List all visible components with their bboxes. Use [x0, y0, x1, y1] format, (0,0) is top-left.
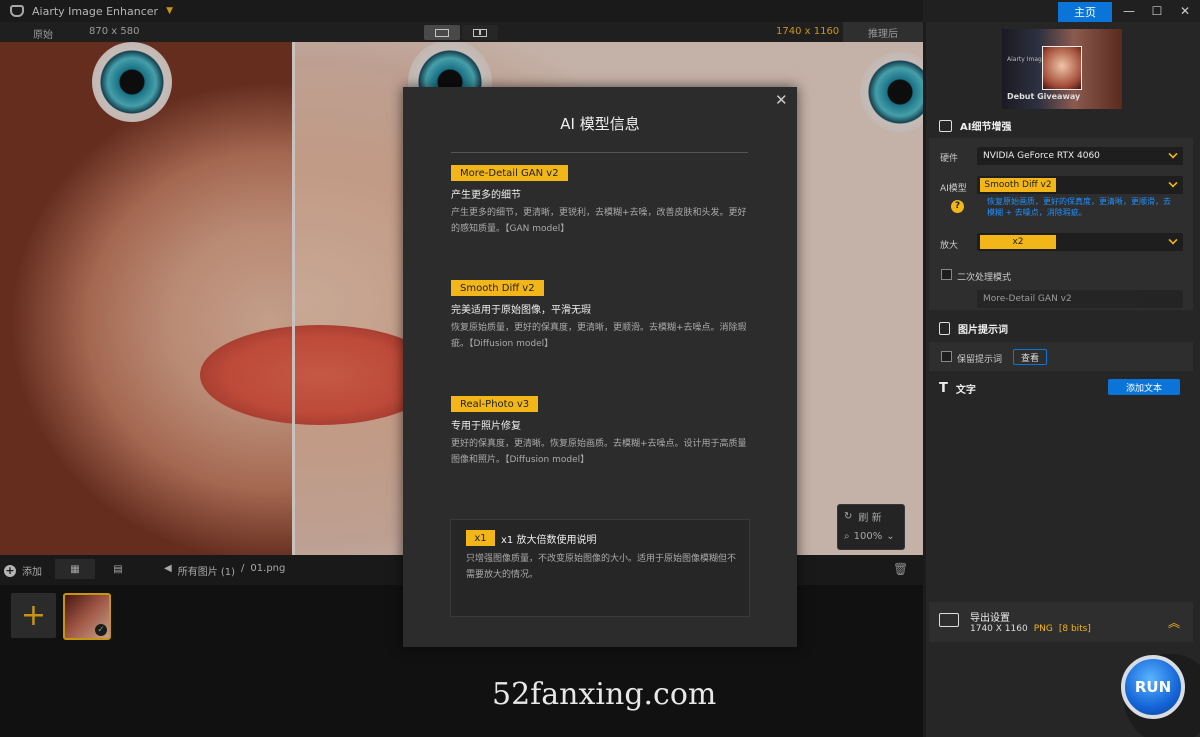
- model-tag: More-Detail GAN v2: [451, 165, 568, 181]
- maximize-icon[interactable]: ☐: [1144, 2, 1170, 20]
- hardware-select[interactable]: NVIDIA GeForce RTX 4060: [977, 147, 1183, 165]
- prompt-section-title: 图片提示词: [958, 325, 1008, 336]
- scale-select[interactable]: x2: [977, 233, 1183, 251]
- dialog-title: AI 模型信息: [560, 115, 640, 133]
- home-button[interactable]: 主页: [1058, 2, 1112, 22]
- prompt-section-header: 图片提示词: [939, 321, 1008, 336]
- document-icon: [939, 322, 950, 335]
- second-pass-model-select[interactable]: More-Detail GAN v2: [977, 290, 1183, 308]
- run-button[interactable]: RUN: [1121, 655, 1185, 719]
- help-icon[interactable]: ?: [951, 200, 964, 213]
- expand-up-icon[interactable]: ︽: [1168, 614, 1180, 631]
- second-pass-checkbox[interactable]: [941, 269, 952, 280]
- export-detail: 1740 X 1160 PNG [8 bits]: [970, 624, 1091, 634]
- model-description: 恢复原始画质，更好的保真度，更清晰，更顺滑，去模糊 + 去噪点，消除瑕疵。: [987, 197, 1171, 217]
- model-tag: Real-Photo v3: [451, 396, 539, 412]
- x1-info-card: x1 x1 放大倍数使用说明 只增强图像质量，不改变原始图像的大小。适用于原始图…: [450, 519, 750, 617]
- x1-tag: x1: [466, 530, 495, 546]
- app-window: Aiarty Image Enhancer ▼ 主页 — ☐ ✕ 原始 870 …: [0, 0, 1200, 737]
- model-headline: 专用于照片修复: [451, 421, 521, 432]
- text-section-title: 文字: [955, 385, 976, 396]
- model-value: Smooth Diff v2: [980, 178, 1056, 192]
- export-bits: [8 bits]: [1058, 624, 1091, 634]
- keep-prompt-label: 保留提示词: [957, 355, 1003, 365]
- close-icon[interactable]: ✕: [775, 91, 788, 109]
- divider: [451, 152, 748, 153]
- keep-prompt-checkbox[interactable]: [941, 351, 952, 362]
- chevron-down-icon: [1168, 235, 1178, 245]
- close-window-icon[interactable]: ✕: [1172, 2, 1198, 20]
- ai-section-title: AI细节增强: [960, 122, 1012, 133]
- x1-title: x1 放大倍数使用说明: [501, 535, 597, 546]
- model-tag: Smooth Diff v2: [451, 280, 544, 296]
- hardware-label: 硬件: [940, 154, 959, 164]
- model-select[interactable]: Smooth Diff v2: [977, 176, 1183, 194]
- model-body: 产生更多的细节，更清晰，更锐利，去模糊+去噪，改善皮肤和头发。更好的感知质量。【…: [451, 208, 747, 234]
- add-text-button[interactable]: 添加文本: [1108, 379, 1180, 395]
- preview-debut: Debut Giveaway: [1007, 92, 1081, 101]
- preview-face: [1042, 46, 1082, 90]
- enhance-icon: [939, 119, 952, 132]
- scale-label: 放大: [940, 241, 959, 251]
- minimize-icon[interactable]: —: [1116, 2, 1142, 20]
- x1-body: 只增强图像质量，不改变原始图像的大小。适用于原始图像模糊但不需要放大的情况。: [466, 554, 737, 580]
- model-body: 恢复原始质量，更好的保真度，更清晰，更顺滑。去模糊+去噪点。消除瑕疵。【Diff…: [451, 323, 747, 349]
- model-label: AI模型: [940, 184, 967, 194]
- model-headline: 完美适用于原始图像，平滑无瑕: [451, 305, 591, 316]
- export-size: 1740 X 1160: [970, 624, 1028, 634]
- export-format: PNG: [1033, 624, 1053, 634]
- model-body: 更好的保真度，更清晰。恢复原始画质。去模糊+去噪点。设计用于高质量图像和照片。【…: [451, 439, 747, 465]
- view-prompt-button[interactable]: 查看: [1013, 349, 1047, 365]
- export-title: 导出设置: [970, 613, 1010, 624]
- text-section-header: T 文字: [939, 381, 976, 396]
- export-settings-icon: [939, 613, 959, 627]
- preview-thumbnail: Aiarty Image Enhancer Debut Giveaway: [1002, 29, 1122, 109]
- hardware-value: NVIDIA GeForce RTX 4060: [983, 151, 1100, 161]
- ai-model-info-dialog: AI 模型信息 ✕ More-Detail GAN v2 产生更多的细节 产生更…: [403, 87, 797, 647]
- watermark: 52fanxing.com: [492, 677, 717, 712]
- scale-value: x2: [980, 235, 1056, 249]
- chevron-down-icon: [1168, 178, 1178, 188]
- text-tool-icon: T: [939, 381, 948, 396]
- second-pass-label: 二次处理模式: [957, 273, 1012, 283]
- second-pass-model: More-Detail GAN v2: [983, 294, 1072, 304]
- model-headline: 产生更多的细节: [451, 190, 521, 201]
- export-settings[interactable]: [929, 602, 1193, 642]
- chevron-down-icon: [1168, 149, 1178, 159]
- ai-section-header: AI细节增强: [939, 118, 1011, 133]
